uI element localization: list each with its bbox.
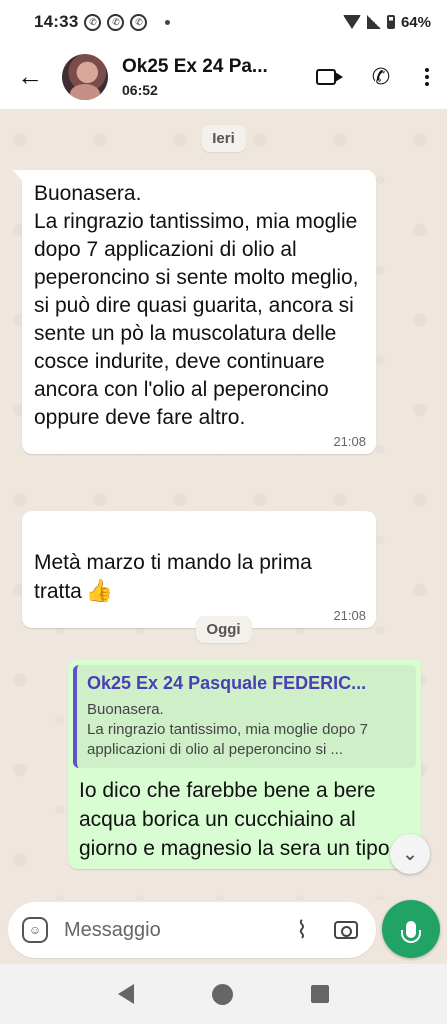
whatsapp-icon: ✆	[84, 13, 102, 31]
video-camera-icon	[316, 68, 343, 85]
incoming-message[interactable]: Buonasera. La ringrazio tantissimo, mia …	[13, 170, 376, 454]
battery-icon	[386, 15, 395, 29]
message-text: Io dico che farebbe bene a bere acqua bo…	[79, 779, 390, 860]
whatsapp-icon: ✆	[107, 13, 125, 31]
contact-name: Ok25 Ex 24 Pa...	[122, 55, 268, 77]
system-navigation-bar	[0, 964, 447, 1024]
battery-level: 64%	[400, 13, 431, 31]
status-indicators: 64%	[342, 13, 431, 31]
arrow-back-icon: ←	[17, 61, 43, 91]
menu-dot-icon	[425, 81, 429, 86]
incoming-message[interactable]: Metà marzo ti mando la prima tratta 👍 21:…	[22, 511, 376, 628]
message-time: 21:08	[333, 434, 366, 449]
scroll-to-bottom-button[interactable]: ⌄	[390, 834, 430, 874]
paperclip-icon[interactable]: ⌇	[280, 908, 324, 952]
camera-icon	[334, 921, 358, 939]
quoted-author: Ok25 Ex 24 Pasquale FEDERIC...	[87, 673, 367, 693]
menu-dot-icon	[425, 74, 429, 79]
message-input-container: ☺ Messaggio ⌇	[8, 902, 376, 958]
video-call-button[interactable]	[303, 55, 355, 99]
wifi-icon	[342, 15, 361, 29]
more-notifications-dot-icon	[165, 19, 171, 25]
thumbs-up-emoji: 👍	[85, 578, 114, 603]
contact-info[interactable]: Ok25 Ex 24 Pa... 06:52	[122, 56, 268, 98]
header-actions: ✆	[303, 55, 447, 99]
message-text-wrap: Metà marzo ti mando la prima tratta 👍	[34, 521, 364, 606]
message-input[interactable]: Messaggio	[64, 919, 264, 942]
status-time: 14:33	[34, 12, 79, 31]
nav-back-icon[interactable]	[118, 984, 134, 1004]
nav-recent-apps-icon[interactable]	[311, 985, 329, 1003]
microphone-icon	[401, 920, 421, 943]
voice-call-button[interactable]: ✆	[355, 55, 407, 99]
whatsapp-icon: ✆	[130, 13, 148, 31]
sticker-icon[interactable]: ☺	[22, 917, 48, 943]
date-separator-today: Oggi	[195, 616, 252, 643]
voice-message-button[interactable]	[382, 900, 440, 958]
quoted-message[interactable]: Ok25 Ex 24 Pasquale FEDERIC... Buonasera…	[73, 665, 416, 768]
phone-icon: ✆	[371, 63, 391, 89]
contact-avatar[interactable]	[62, 53, 108, 100]
chat-area[interactable]: Ieri Buonasera. La ringrazio tantissimo,…	[0, 110, 447, 900]
last-seen: 06:52	[122, 81, 158, 98]
more-options-button[interactable]	[407, 55, 447, 99]
message-time: 21:08	[333, 608, 366, 623]
date-separator-yesterday: Ieri	[201, 125, 246, 152]
message-text: Metà marzo ti mando la prima tratta	[34, 551, 312, 603]
quoted-text: Buonasera. La ringrazio tantissimo, mia …	[87, 701, 368, 758]
nav-home-icon[interactable]	[212, 983, 233, 1005]
camera-button[interactable]	[324, 908, 368, 952]
message-text: Buonasera. La ringrazio tantissimo, mia …	[34, 182, 359, 429]
chat-header: ← Ok25 Ex 24 Pa... 06:52 ✆	[0, 44, 447, 110]
composer: ☺ Messaggio ⌇	[0, 900, 447, 964]
outgoing-message[interactable]: Ok25 Ex 24 Pasquale FEDERIC... Buonasera…	[68, 660, 421, 869]
chevron-double-down-icon: ⌄	[402, 843, 418, 864]
back-button[interactable]: ←	[14, 61, 46, 93]
status-bar: 14:33 ✆ ✆ ✆ 64%	[0, 0, 447, 44]
signal-icon	[366, 15, 381, 29]
menu-dot-icon	[425, 67, 429, 72]
